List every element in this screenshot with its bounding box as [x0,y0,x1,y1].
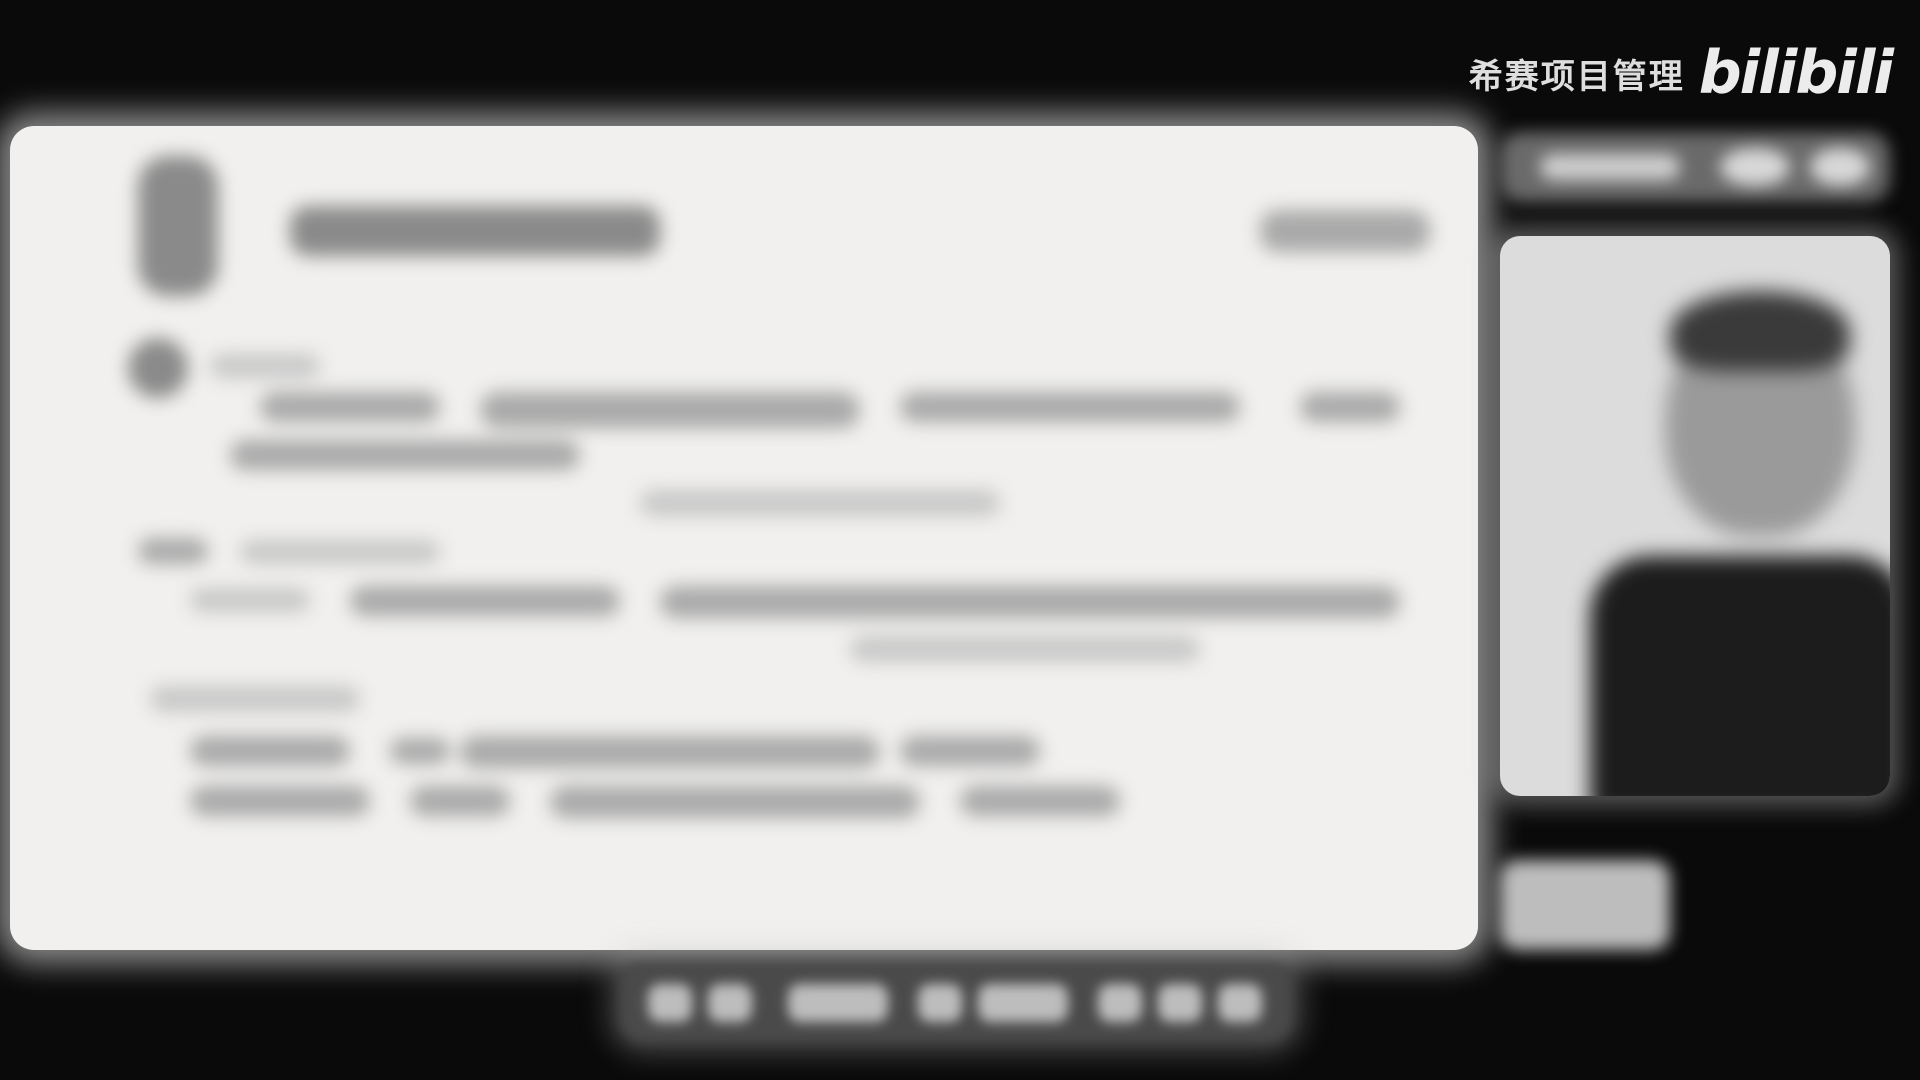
taskbar-app-icon[interactable] [1098,984,1142,1022]
channel-name: 希赛项目管理 [1468,56,1685,97]
presenter-video [1500,236,1890,796]
side-panel-block [1500,860,1670,950]
taskbar-app-icon[interactable] [1218,984,1262,1022]
doc-title [290,206,660,256]
document-window [10,126,1478,950]
text-line [900,736,1040,766]
doc-icon [138,156,218,296]
watermark: 希赛项目管理 bilibili [1468,38,1894,108]
taskbar-app-icon[interactable] [788,984,888,1022]
text-line [190,588,310,612]
taskbar-app-icon[interactable] [648,984,692,1022]
taskbar-app-icon[interactable] [918,984,962,1022]
presenter-hair [1670,291,1850,371]
text-line [460,736,880,768]
text-line [240,540,440,564]
text-line [230,440,580,470]
doc-title-right [1260,210,1430,252]
taskbar-app-icon[interactable] [1158,984,1202,1022]
text-line [190,736,350,766]
taskbar [618,962,1294,1044]
section-heading [138,538,208,564]
text-line [900,392,1240,422]
taskbar-app-icon[interactable] [708,984,752,1022]
text-line [660,586,1400,618]
section-heading [150,686,360,712]
text-line [550,786,920,818]
side-toolbar [1500,132,1890,202]
section-heading [210,354,320,378]
text-line [190,786,370,816]
screen: 希赛项目管理 bilibili [0,0,1920,1080]
text-line [410,786,510,816]
text-line [390,738,450,764]
text-line [850,636,1200,662]
blurred-content [10,126,1478,950]
text-line [960,786,1120,816]
taskbar-app-icon[interactable] [978,984,1068,1022]
text-line [640,490,1000,516]
presenter-body [1590,556,1890,796]
text-line [1300,392,1400,422]
bullet-icon [128,338,188,398]
text-line [260,392,440,422]
bilibili-logo: bilibili [1698,38,1894,108]
text-line [480,392,860,428]
text-line [350,586,620,616]
